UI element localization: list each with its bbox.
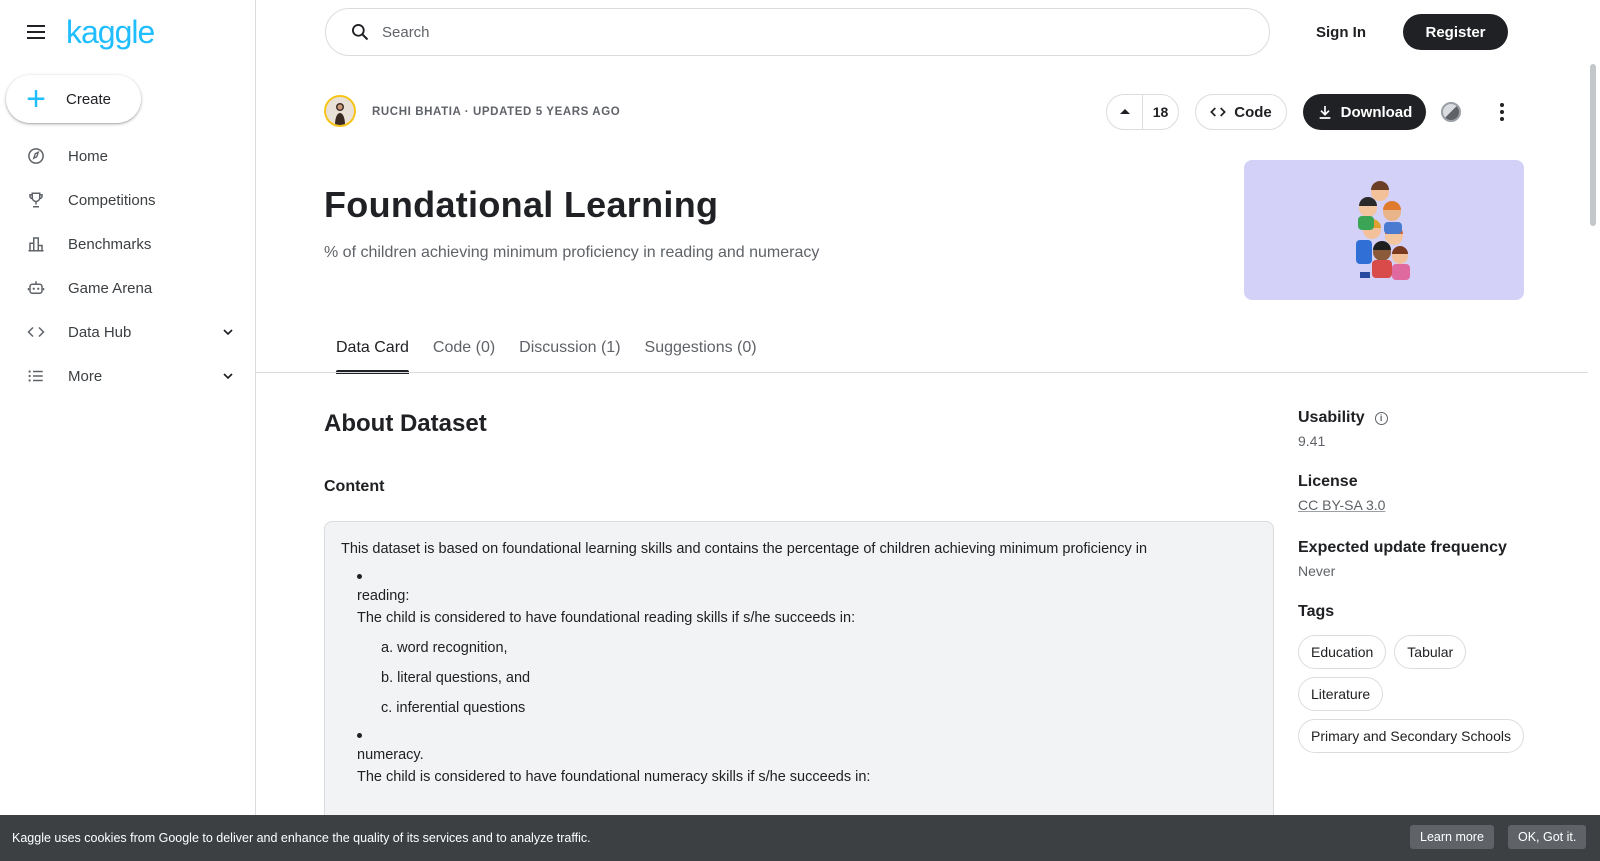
sidebar-item-benchmarks[interactable]: Benchmarks	[0, 222, 256, 266]
info-icon[interactable]: i	[1374, 411, 1388, 425]
reading-item: c. inferential questions	[381, 700, 526, 716]
bullet-dot	[357, 733, 362, 738]
tag-chip[interactable]: Education	[1298, 635, 1387, 669]
frequency-value: Never	[1298, 563, 1336, 579]
tag-chip[interactable]: Primary and Secondary Schools	[1298, 719, 1524, 753]
download-button[interactable]: Download	[1303, 94, 1426, 130]
numeracy-label: numeracy.	[357, 747, 424, 763]
sidebar-nav: Home Competitions Benchmarks Game Arena …	[0, 134, 256, 398]
tab-code[interactable]: Code (0)	[421, 328, 507, 372]
download-button-label: Download	[1340, 103, 1413, 121]
reading-item: b. literal questions, and	[381, 670, 531, 686]
avatar[interactable]	[324, 95, 356, 127]
create-label: Create	[66, 90, 112, 108]
tab-divider	[256, 372, 1588, 373]
content-heading: Content	[324, 478, 385, 495]
tab-discussion[interactable]: Discussion (1)	[507, 328, 632, 372]
more-options-icon[interactable]	[1490, 100, 1514, 124]
caret-up-icon	[1119, 109, 1130, 114]
code-button[interactable]: Code	[1195, 94, 1287, 130]
compass-icon	[26, 146, 46, 166]
sidebar-item-label: Data Hub	[68, 323, 132, 341]
search-input[interactable]	[382, 23, 1182, 41]
cookie-text: Kaggle uses cookies from Google to deliv…	[12, 831, 591, 845]
about-heading: About Dataset	[324, 410, 487, 437]
search-bar[interactable]	[325, 8, 1270, 56]
tab-data-card[interactable]: Data Card	[324, 328, 421, 374]
page-subtitle: % of children achieving minimum proficie…	[324, 244, 820, 261]
tag-chip[interactable]: Tabular	[1394, 635, 1467, 669]
reading-description: The child is considered to have foundati…	[357, 610, 856, 626]
hamburger-menu-icon[interactable]	[24, 20, 48, 44]
sidebar-item-label: Benchmarks	[68, 235, 152, 253]
reading-item: a. word recognition,	[381, 640, 508, 656]
sidebar-item-home[interactable]: Home	[0, 134, 256, 178]
tag-list: Education Tabular Literature Primary and…	[1298, 635, 1548, 753]
page-title: Foundational Learning	[324, 184, 719, 225]
sidebar-item-competitions[interactable]: Competitions	[0, 178, 256, 222]
trophy-icon	[26, 190, 46, 210]
bullet-dot	[357, 574, 362, 579]
code-button-label: Code	[1234, 103, 1272, 121]
cookie-ok-button[interactable]: OK, Got it.	[1508, 825, 1587, 849]
usability-heading: Usability i	[1298, 409, 1558, 427]
tags-label: Tags	[1298, 603, 1335, 620]
usability-value: 9.41	[1298, 433, 1326, 449]
sidebar: kaggle + Create Home Competitions Benchm…	[0, 0, 256, 861]
sidebar-item-label: Competitions	[68, 191, 156, 209]
learn-more-button[interactable]: Learn more	[1410, 825, 1494, 849]
frequency-label: Expected update frequency	[1298, 539, 1507, 556]
download-icon	[1319, 106, 1330, 119]
chevron-down-icon[interactable]	[220, 368, 236, 384]
tab-suggestions[interactable]: Suggestions (0)	[633, 328, 769, 372]
sign-in-button[interactable]: Sign In	[1300, 14, 1382, 50]
upvote-count: 18	[1152, 104, 1169, 120]
sidebar-item-label: Game Arena	[68, 279, 153, 297]
theme-toggle-icon[interactable]	[1441, 102, 1461, 122]
sidebar-item-more[interactable]: More	[0, 354, 256, 398]
list-icon	[26, 366, 46, 386]
content-intro: This dataset is based on foundational le…	[341, 541, 1148, 557]
create-button[interactable]: + Create	[6, 75, 141, 123]
reading-label: reading:	[357, 588, 410, 604]
usability-label: Usability	[1298, 409, 1365, 426]
sidebar-item-data-hub[interactable]: Data Hub	[0, 310, 256, 354]
scrollbar-thumb[interactable]	[1590, 64, 1596, 226]
license-link[interactable]: CC BY-SA 3.0	[1298, 497, 1385, 513]
author-line: RUCHI BHATIA · UPDATED 5 YEARS AGO	[372, 106, 621, 118]
dataset-metadata: Usability i 9.41 License CC BY-SA 3.0 Ex…	[1298, 409, 1558, 753]
robot-icon	[26, 278, 46, 298]
upvote-button[interactable]	[1107, 95, 1143, 129]
sidebar-item-label: Home	[68, 147, 109, 165]
cookie-banner: Kaggle uses cookies from Google to deliv…	[0, 815, 1600, 861]
plus-icon: +	[26, 80, 46, 118]
content-box: This dataset is based on foundational le…	[324, 521, 1274, 861]
license-label: License	[1298, 473, 1358, 490]
tab-bar: Data Card Code (0) Discussion (1) Sugges…	[324, 328, 769, 374]
sidebar-item-label: More	[68, 367, 103, 385]
kaggle-logo[interactable]: kaggle	[66, 16, 155, 48]
upvote-widget: 18	[1106, 94, 1179, 130]
code-brackets-icon	[1210, 107, 1227, 117]
numeracy-description: The child is considered to have foundati…	[357, 769, 871, 785]
sidebar-header: kaggle	[24, 16, 155, 48]
register-button[interactable]: Register	[1403, 14, 1508, 50]
bar-chart-icon	[26, 234, 46, 254]
tag-chip[interactable]: Literature	[1298, 677, 1384, 711]
search-icon	[352, 24, 369, 41]
code-brackets-icon	[26, 322, 46, 342]
chevron-down-icon[interactable]	[220, 324, 236, 340]
cover-image	[1244, 160, 1524, 300]
sidebar-item-game-arena[interactable]: Game Arena	[0, 266, 256, 310]
